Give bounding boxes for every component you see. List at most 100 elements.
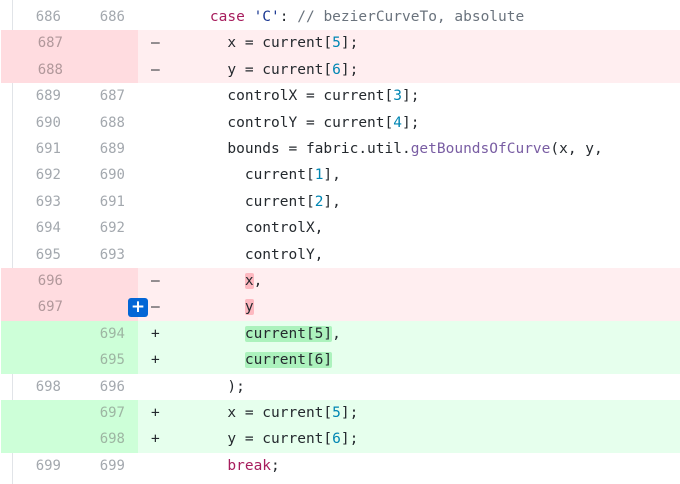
code-token: case: [209, 9, 245, 25]
old-line-number[interactable]: 690: [1, 110, 61, 136]
old-line-number[interactable]: 689: [1, 83, 61, 109]
diff-view: 686 686 case 'C': // bezierCurveTo, absol…: [0, 0, 680, 484]
code-token: 3: [393, 88, 402, 105]
new-line-number[interactable]: 695: [65, 347, 125, 373]
code-token: 'C': [253, 9, 280, 25]
code-token: x = current[: [175, 35, 333, 52]
new-line-number[interactable]: 691: [65, 189, 125, 215]
new-line-number[interactable]: 698: [65, 426, 125, 452]
code-token: controlX = current[: [175, 88, 394, 105]
code-token: ],: [323, 193, 341, 210]
new-line-number[interactable]: 686: [65, 4, 125, 30]
code-token: );: [175, 378, 245, 395]
code-token: bounds = fabric.util.: [175, 141, 411, 157]
diff-line-ctx[interactable]: 699 699 break;: [13, 452, 680, 480]
code-text: controlX,: [175, 215, 324, 241]
old-line-number[interactable]: 695: [1, 242, 61, 268]
code-text: break;: [175, 453, 279, 479]
deletion-marker: –: [151, 273, 160, 289]
diff-line-ctx[interactable]: 693 691 current[2],: [13, 188, 680, 216]
code-token: getBoundsOfCurve: [410, 141, 551, 157]
deletion-marker: –: [151, 299, 160, 316]
code-token: controlX,: [175, 220, 324, 237]
diff-line-del[interactable]: 697– y +: [1, 294, 680, 321]
code-text: controlX = current[3];: [175, 83, 419, 109]
new-line-number[interactable]: 688: [65, 110, 125, 136]
code-token: 5: [332, 35, 341, 52]
old-line-number[interactable]: 687: [1, 30, 138, 57]
diff-line-ctx[interactable]: 694 692 controlX,: [13, 215, 680, 242]
diff-line-ctx[interactable]: 686 686 case 'C': // bezierCurveTo, absol…: [13, 4, 680, 31]
old-line-number[interactable]: 686: [1, 4, 61, 30]
code-token: ];: [401, 114, 420, 131]
code-token: ];: [401, 88, 420, 105]
old-line-number[interactable]: 688: [1, 56, 138, 84]
deletion-marker: –: [151, 61, 160, 78]
new-line-number[interactable]: 693: [65, 242, 125, 268]
code-token: ];: [340, 35, 359, 52]
code-token: ,: [253, 273, 263, 289]
code-token: x: [244, 273, 254, 289]
diff-line-ctx[interactable]: 692 690 current[1],: [13, 162, 680, 189]
code-token: ];: [340, 431, 359, 448]
code-token: current[6]: [244, 352, 333, 369]
old-line-number[interactable]: 694: [1, 215, 61, 241]
code-text: current[2],: [175, 189, 341, 215]
diff-line-add[interactable]: 695 + current[6]: [1, 347, 680, 374]
diff-line-ctx[interactable]: 689 687 controlX = current[3];: [13, 83, 680, 110]
code-token: :: [279, 9, 298, 25]
old-line-number[interactable]: 696: [1, 268, 138, 295]
code-token: ,: [332, 325, 341, 342]
diff-line-ctx[interactable]: 698 696 );: [13, 373, 680, 400]
old-line-number[interactable]: 698: [1, 374, 61, 400]
new-line-number[interactable]: 692: [65, 215, 125, 241]
old-line-number[interactable]: 697: [1, 294, 138, 321]
add-comment-button[interactable]: +: [128, 298, 148, 318]
diff-line-add[interactable]: 697 + x = current[5];: [1, 400, 680, 427]
old-line-number[interactable]: 692: [1, 162, 61, 188]
code-text: case 'C': // bezierCurveTo, absolute: [175, 4, 524, 30]
new-line-number[interactable]: 696: [65, 374, 125, 400]
code-token: ];: [340, 405, 359, 421]
diff-line-ctx[interactable]: 690 688 controlY = current[4];: [13, 109, 680, 136]
code-text: x = current[5];: [175, 30, 358, 56]
code-text: y: [175, 294, 254, 320]
old-line-number[interactable]: 691: [1, 136, 61, 162]
addition-marker: +: [151, 352, 160, 369]
code-token: (x, y,: [550, 141, 603, 157]
new-line-number[interactable]: 689: [65, 136, 125, 162]
addition-marker: +: [151, 325, 160, 342]
code-text: current[6]: [175, 347, 333, 373]
diff-line-del[interactable]: 687– x = current[5];: [1, 30, 680, 57]
code-text: );: [175, 374, 245, 400]
new-line-number[interactable]: 699: [65, 453, 125, 479]
code-token: 6: [332, 61, 341, 78]
code-token: ],: [323, 167, 341, 184]
code-token: 6: [332, 431, 341, 448]
new-line-number[interactable]: 690: [65, 162, 125, 188]
old-line-number[interactable]: 699: [1, 453, 61, 479]
diff-line-ctx[interactable]: 695 693 controlY,: [13, 241, 680, 268]
code-token: 5: [332, 405, 341, 421]
code-token: x = current[: [175, 405, 333, 421]
code-token: // bezierCurveTo, absolute: [297, 9, 525, 25]
diff-line-del[interactable]: 688– y = current[6];: [1, 56, 680, 84]
diff-line-del[interactable]: 696– x,: [1, 268, 680, 295]
code-token: break: [227, 457, 272, 474]
new-line-number[interactable]: 687: [65, 83, 125, 109]
new-line-number[interactable]: 697: [65, 400, 125, 426]
code-token: ];: [340, 61, 359, 78]
code-token: controlY = current[: [175, 114, 394, 131]
code-token: y: [244, 299, 254, 316]
diff-line-add[interactable]: 694 + current[5],: [1, 320, 680, 348]
new-line-number[interactable]: 694: [65, 321, 125, 347]
diff-line-add[interactable]: 698 + y = current[6];: [1, 426, 680, 453]
old-line-number[interactable]: 693: [1, 189, 61, 215]
code-token: y = current[: [175, 61, 333, 78]
diff-line-ctx[interactable]: 691 689 bounds = fabric.util.getBoundsOfC…: [13, 136, 680, 163]
